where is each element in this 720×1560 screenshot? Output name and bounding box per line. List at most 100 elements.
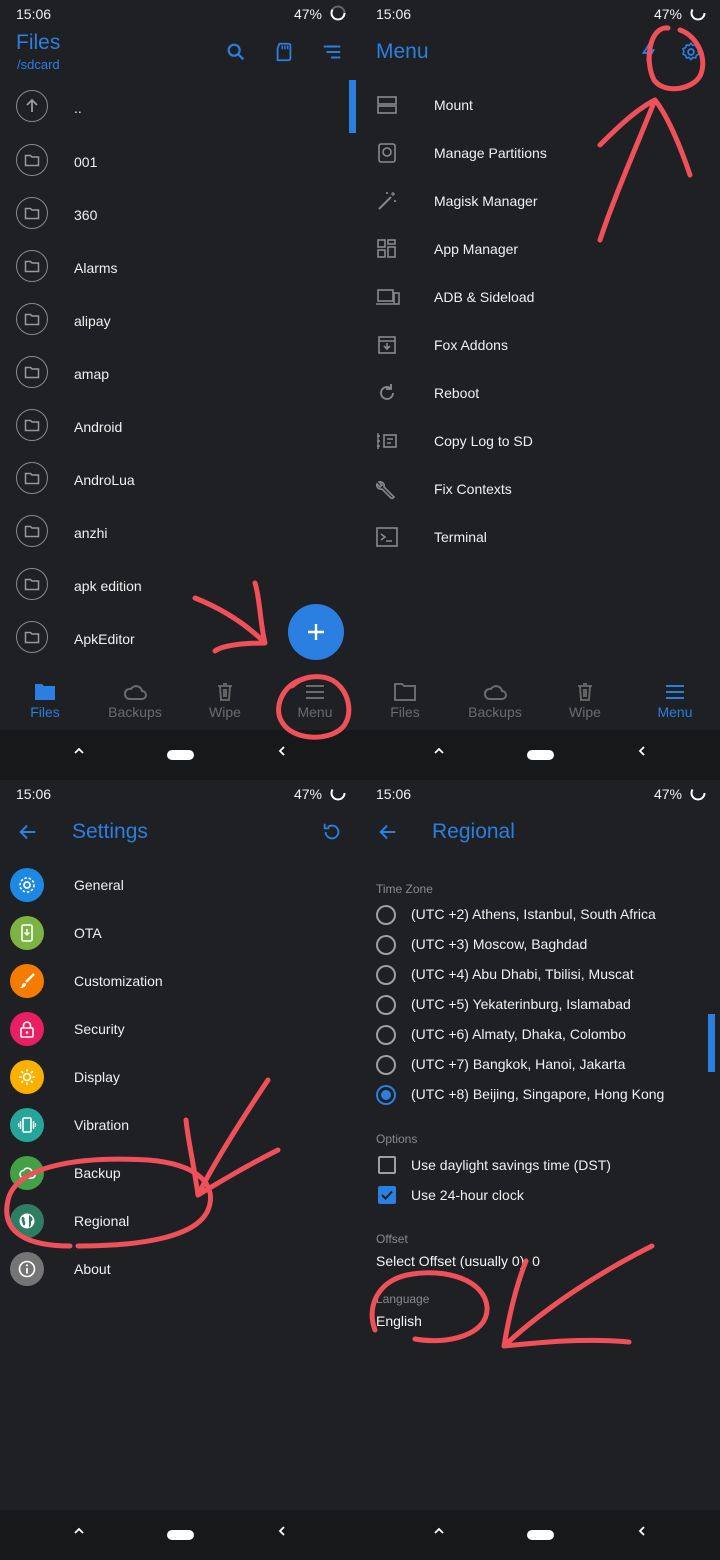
settings-item-vibration[interactable]: Vibration xyxy=(0,1102,360,1150)
settings-item-label: OTA xyxy=(74,925,102,941)
file-row[interactable]: 001 xyxy=(0,133,360,186)
settings-item-display[interactable]: Display xyxy=(0,1054,360,1102)
battery-percent: 47% xyxy=(653,6,682,22)
timezone-option[interactable]: (UTC +3) Moscow, Baghdad xyxy=(360,930,720,960)
radio-button[interactable] xyxy=(376,1025,396,1045)
file-row-parent[interactable]: .. xyxy=(0,80,360,133)
radio-button[interactable] xyxy=(376,935,396,955)
file-name: ApkEditor xyxy=(74,631,135,647)
file-row[interactable]: AndroLua xyxy=(0,451,360,504)
back-arrow-icon[interactable] xyxy=(377,821,399,843)
option-24-hour[interactable]: Use 24-hour clock xyxy=(360,1181,720,1211)
home-pill[interactable] xyxy=(167,1530,194,1540)
file-row[interactable]: 360 xyxy=(0,186,360,239)
folder-icon xyxy=(16,144,48,176)
nav-menu[interactable]: Menu xyxy=(270,682,360,720)
back-chevron-icon[interactable] xyxy=(276,1525,288,1537)
dst-checkbox[interactable] xyxy=(378,1156,396,1174)
nav-menu[interactable]: Menu xyxy=(630,682,720,720)
chevron-up-icon[interactable] xyxy=(73,745,85,757)
timezone-option[interactable]: (UTC +4) Abu Dhabi, Tbilisi, Muscat xyxy=(360,960,720,990)
nav-files[interactable]: Files xyxy=(360,682,450,720)
settings-item-security[interactable]: Security xyxy=(0,1006,360,1054)
back-chevron-icon[interactable] xyxy=(276,745,288,757)
file-row[interactable]: amap xyxy=(0,345,360,398)
menu-item-terminal[interactable]: Terminal xyxy=(360,513,720,561)
back-chevron-icon[interactable] xyxy=(636,745,648,757)
24-hour-checkbox[interactable] xyxy=(378,1186,396,1204)
file-row[interactable]: Alarms xyxy=(0,239,360,292)
menu-item-fix-contexts[interactable]: Fix Contexts xyxy=(360,465,720,513)
trash-icon xyxy=(578,683,592,701)
radio-button[interactable] xyxy=(376,905,396,925)
timezone-option[interactable]: (UTC +2) Athens, Istanbul, South Africa xyxy=(360,900,720,930)
file-row[interactable]: Android xyxy=(0,398,360,451)
timezone-option-selected[interactable]: (UTC +8) Beijing, Singapore, Hong Kong xyxy=(360,1080,720,1110)
menu-item-label: Magisk Manager xyxy=(434,193,538,209)
file-name: .. xyxy=(74,100,82,116)
settings-item-about[interactable]: About xyxy=(0,1246,360,1294)
vibration-icon xyxy=(10,1108,44,1142)
radio-button-selected[interactable] xyxy=(376,1085,396,1105)
file-row[interactable]: anzhi xyxy=(0,504,360,557)
sort-icon[interactable] xyxy=(321,41,343,63)
timezone-option[interactable]: (UTC +7) Bangkok, Hanoi, Jakarta xyxy=(360,1050,720,1080)
add-fab-button[interactable] xyxy=(288,604,344,660)
timezone-label: (UTC +3) Moscow, Baghdad xyxy=(411,936,588,952)
offset-selector[interactable]: Select Offset (usually 0): 0 xyxy=(376,1253,540,1269)
settings-item-customization[interactable]: Customization xyxy=(0,958,360,1006)
trash-icon xyxy=(218,683,232,701)
sd-card-icon[interactable] xyxy=(273,41,295,63)
menu-item-magisk-manager[interactable]: Magisk Manager xyxy=(360,177,720,225)
nav-wipe[interactable]: Wipe xyxy=(180,682,270,720)
menu-item-label: App Manager xyxy=(434,241,519,257)
timezone-option[interactable]: (UTC +5) Yekaterinburg, Islamabad xyxy=(360,990,720,1020)
chevron-up-icon[interactable] xyxy=(73,1525,85,1537)
hamburger-icon xyxy=(306,685,324,699)
archive-icon xyxy=(378,336,396,354)
menu-item-mount[interactable]: Mount xyxy=(360,81,720,129)
folder-icon xyxy=(16,303,48,335)
folder-icon xyxy=(16,409,48,441)
radio-button[interactable] xyxy=(376,965,396,985)
file-row[interactable]: alipay xyxy=(0,292,360,345)
menu-item-fox-addons[interactable]: Fox Addons xyxy=(360,321,720,369)
chevron-up-icon[interactable] xyxy=(433,745,445,757)
gear-icon xyxy=(10,868,44,902)
settings-gear-icon[interactable] xyxy=(680,41,702,63)
back-chevron-icon[interactable] xyxy=(636,1525,648,1537)
menu-item-app-manager[interactable]: App Manager xyxy=(360,225,720,273)
option-dst[interactable]: Use daylight savings time (DST) xyxy=(360,1151,720,1181)
settings-item-general[interactable]: General xyxy=(0,862,360,910)
radio-button[interactable] xyxy=(376,995,396,1015)
chevron-up-icon[interactable] xyxy=(433,1525,445,1537)
regional-screen: 15:06 47% Regional Time Zone (UTC +2) At… xyxy=(360,780,720,1560)
file-row[interactable]: apk edition xyxy=(0,557,360,610)
page-title: Menu xyxy=(376,40,429,63)
menu-item-adb-sideload[interactable]: ADB & Sideload xyxy=(360,273,720,321)
nav-backups[interactable]: Backups xyxy=(90,682,180,720)
home-pill[interactable] xyxy=(527,750,554,760)
radio-button[interactable] xyxy=(376,1055,396,1075)
reset-icon[interactable] xyxy=(321,821,343,843)
language-selector[interactable]: English xyxy=(376,1313,422,1329)
home-pill[interactable] xyxy=(167,750,194,760)
current-path: /sdcard xyxy=(17,57,60,72)
search-icon[interactable] xyxy=(225,41,247,63)
home-pill[interactable] xyxy=(527,1530,554,1540)
refresh-icon xyxy=(380,384,394,400)
settings-item-backup[interactable]: Backup xyxy=(0,1150,360,1198)
flash-icon[interactable] xyxy=(638,41,660,63)
nav-label: Menu xyxy=(297,704,333,720)
back-arrow-icon[interactable] xyxy=(17,821,39,843)
menu-item-reboot[interactable]: Reboot xyxy=(360,369,720,417)
nav-files[interactable]: Files xyxy=(0,682,90,720)
nav-backups[interactable]: Backups xyxy=(450,682,540,720)
settings-item-regional[interactable]: Regional xyxy=(0,1198,360,1246)
plus-icon xyxy=(308,624,324,640)
settings-item-ota[interactable]: OTA xyxy=(0,910,360,958)
menu-item-manage-partitions[interactable]: Manage Partitions xyxy=(360,129,720,177)
menu-item-copy-log[interactable]: Copy Log to SD xyxy=(360,417,720,465)
nav-wipe[interactable]: Wipe xyxy=(540,682,630,720)
timezone-option[interactable]: (UTC +6) Almaty, Dhaka, Colombo xyxy=(360,1020,720,1050)
